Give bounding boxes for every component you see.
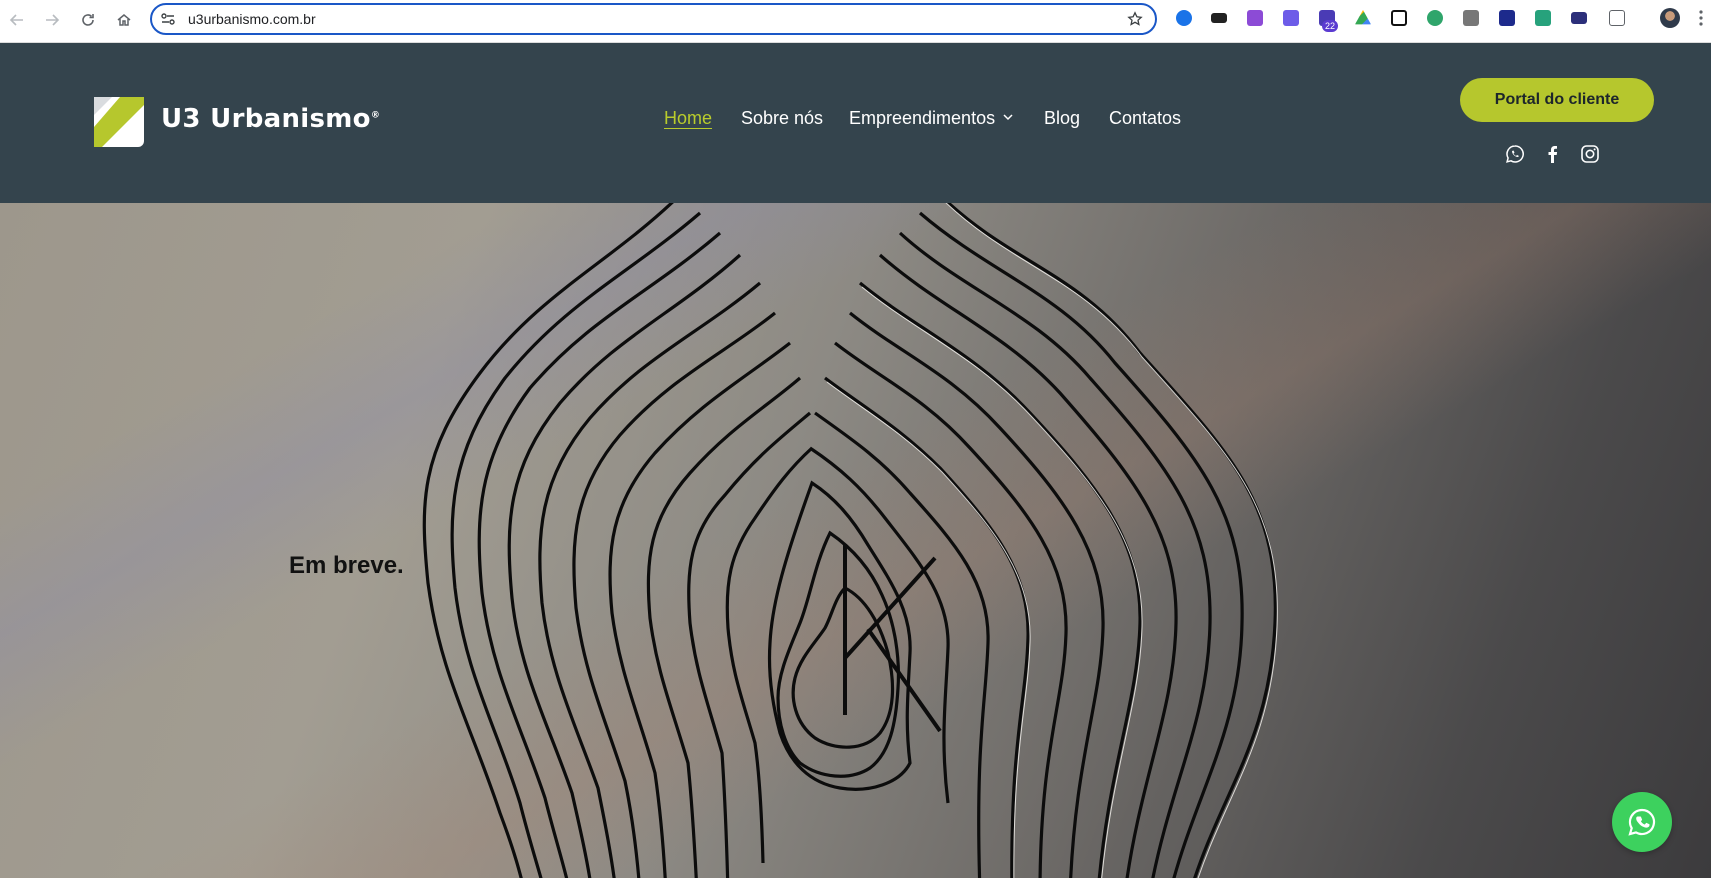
extension-gear-icon[interactable] xyxy=(1283,10,1299,26)
extension-1-icon[interactable] xyxy=(1176,10,1192,26)
nav-blog[interactable]: Blog xyxy=(1044,108,1080,129)
back-button[interactable] xyxy=(6,9,28,31)
reload-icon xyxy=(82,14,94,26)
arrow-right-icon xyxy=(46,14,60,26)
registered-mark: ® xyxy=(370,110,381,121)
logo-text: U3 Urbanismo xyxy=(161,104,371,134)
arrow-left-icon xyxy=(9,14,23,26)
nav-sobre-nos[interactable]: Sobre nós xyxy=(741,108,823,129)
browser-toolbar: u3urbanismo.com.br 22 xyxy=(0,0,1711,43)
logo-wordmark[interactable]: U3 Urbanismo® xyxy=(161,104,380,134)
extension-screen-icon[interactable] xyxy=(1571,12,1587,24)
extension-gray-icon[interactable] xyxy=(1463,10,1479,26)
extension-2-icon[interactable] xyxy=(1211,13,1227,23)
site-settings-icon[interactable] xyxy=(160,11,176,27)
whatsapp-icon[interactable] xyxy=(1505,144,1525,164)
home-button[interactable] xyxy=(113,9,135,31)
address-bar[interactable]: u3urbanismo.com.br xyxy=(150,3,1157,35)
nav-contatos[interactable]: Contatos xyxy=(1109,108,1181,129)
profile-avatar[interactable] xyxy=(1660,8,1680,28)
google-drive-icon[interactable] xyxy=(1355,10,1371,25)
chevron-down-icon xyxy=(1003,114,1013,121)
extension-badge: 22 xyxy=(1322,20,1339,32)
facebook-icon[interactable] xyxy=(1543,144,1563,164)
topographic-k-emblem xyxy=(422,203,1278,878)
hero-coming-soon-text: Em breve. xyxy=(289,552,404,579)
reload-button[interactable] xyxy=(77,9,99,31)
bookmark-star-icon[interactable] xyxy=(1127,11,1143,27)
nav-home[interactable]: Home xyxy=(664,108,712,129)
url-text[interactable]: u3urbanismo.com.br xyxy=(188,11,316,27)
extension-contact-icon[interactable] xyxy=(1535,10,1551,26)
nav-empreendimentos-label: Empreendimentos xyxy=(849,108,996,128)
home-icon xyxy=(117,14,131,26)
portal-cliente-button[interactable]: Portal do cliente xyxy=(1460,78,1654,122)
extensions-puzzle-icon[interactable] xyxy=(1609,10,1625,26)
nav-empreendimentos[interactable]: Empreendimentos xyxy=(849,108,1013,129)
hero-banner: Em breve. xyxy=(0,203,1711,878)
forward-button[interactable] xyxy=(41,9,63,31)
extension-blue-icon[interactable] xyxy=(1499,10,1515,26)
whatsapp-float-button[interactable] xyxy=(1612,792,1672,852)
instagram-icon[interactable] xyxy=(1580,144,1600,164)
notion-icon[interactable] xyxy=(1391,10,1407,26)
extension-s-icon[interactable] xyxy=(1247,10,1263,26)
u3-logo-icon[interactable] xyxy=(94,97,144,147)
chrome-menu-icon[interactable] xyxy=(1698,8,1704,28)
extension-green-icon[interactable] xyxy=(1427,10,1443,26)
whatsapp-icon xyxy=(1628,808,1656,836)
